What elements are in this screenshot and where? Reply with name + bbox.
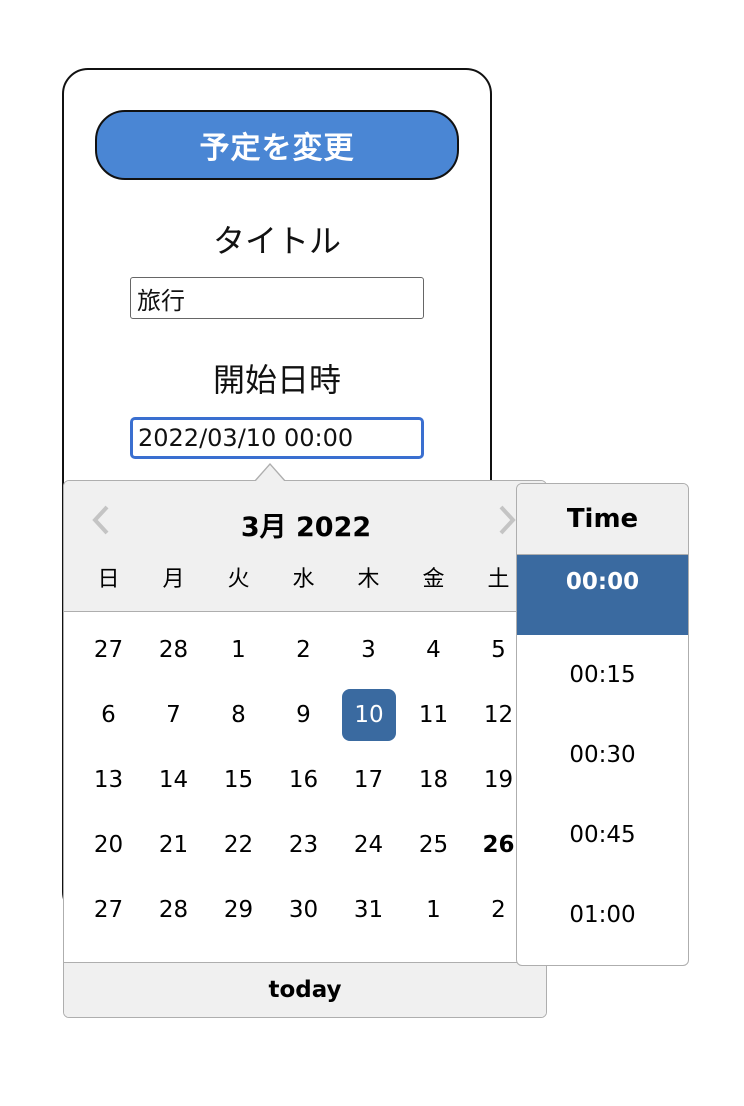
weekday-label: 木 xyxy=(357,567,380,592)
day-cell[interactable]: 28 xyxy=(141,884,206,936)
weekday-label: 金 xyxy=(422,567,445,592)
day-cell[interactable]: 24 xyxy=(336,819,401,871)
time-header: Time xyxy=(517,484,688,555)
day-cell[interactable]: 15 xyxy=(206,754,271,806)
time-option[interactable]: 01:00 xyxy=(517,875,688,955)
day-cell[interactable]: 27 xyxy=(76,884,141,936)
day-cell[interactable]: 23 xyxy=(271,819,336,871)
time-option-selected[interactable]: 00:00 xyxy=(517,555,688,635)
day-cell[interactable]: 2 xyxy=(271,624,336,676)
day-cell[interactable]: 1 xyxy=(206,624,271,676)
day-cell[interactable]: 30 xyxy=(271,884,336,936)
datepicker-popup: 3月 2022 日 月 火 水 木 金 土 27 28 1 2 3 4 5 6 … xyxy=(63,480,547,1018)
day-grid: 27 28 1 2 3 4 5 6 7 8 9 10 11 12 13 14 1… xyxy=(76,624,531,949)
day-cell[interactable]: 4 xyxy=(401,624,466,676)
day-cell[interactable]: 14 xyxy=(141,754,206,806)
time-option[interactable]: 00:45 xyxy=(517,795,688,875)
weekday-label: 日 xyxy=(97,567,120,592)
week-row: 6 7 8 9 10 11 12 xyxy=(76,689,531,754)
day-cell[interactable]: 20 xyxy=(76,819,141,871)
time-option[interactable]: 00:30 xyxy=(517,715,688,795)
weekday-label: 月 xyxy=(162,567,185,592)
week-row: 27 28 1 2 3 4 5 xyxy=(76,624,531,689)
day-cell[interactable]: 3 xyxy=(336,624,401,676)
month-title: 3月 2022 xyxy=(240,512,372,543)
weekday-label: 水 xyxy=(292,567,315,592)
change-schedule-button[interactable]: 予定を変更 xyxy=(95,110,459,180)
time-option[interactable]: 00:15 xyxy=(517,635,688,715)
popup-caret-fill xyxy=(255,465,285,482)
title-label: タイトル xyxy=(212,222,341,260)
start-datetime-label: 開始日時 xyxy=(212,361,341,399)
day-cell[interactable]: 13 xyxy=(76,754,141,806)
datepicker-header: 3月 2022 日 月 火 水 木 金 土 xyxy=(64,481,546,612)
week-row: 27 28 29 30 31 1 2 xyxy=(76,884,531,949)
day-cell-selected[interactable]: 10 xyxy=(342,689,396,741)
day-cell[interactable]: 8 xyxy=(206,689,271,741)
day-cell[interactable]: 25 xyxy=(401,819,466,871)
title-input[interactable]: 旅行 xyxy=(130,277,424,319)
weekday-row: 日 月 火 水 木 金 土 xyxy=(76,561,531,595)
day-cell[interactable]: 27 xyxy=(76,624,141,676)
day-cell[interactable]: 31 xyxy=(336,884,401,936)
day-cell[interactable]: 29 xyxy=(206,884,271,936)
timepicker-popup: Time 00:00 00:15 00:30 00:45 01:00 xyxy=(516,483,689,966)
day-cell[interactable]: 9 xyxy=(271,689,336,741)
day-cell[interactable]: 18 xyxy=(401,754,466,806)
day-cell[interactable]: 16 xyxy=(271,754,336,806)
day-cell[interactable]: 11 xyxy=(401,689,466,741)
time-list[interactable]: 00:00 00:15 00:30 00:45 01:00 xyxy=(517,555,688,955)
day-cell[interactable]: 28 xyxy=(141,624,206,676)
today-button[interactable]: today xyxy=(64,962,546,1017)
day-cell[interactable]: 22 xyxy=(206,819,271,871)
day-cell[interactable]: 7 xyxy=(141,689,206,741)
day-cell[interactable]: 21 xyxy=(141,819,206,871)
weekday-label: 火 xyxy=(227,567,250,592)
day-cell[interactable]: 1 xyxy=(401,884,466,936)
start-datetime-input[interactable]: 2022/03/10 00:00 xyxy=(130,417,424,459)
day-cell[interactable]: 17 xyxy=(336,754,401,806)
day-cell[interactable]: 6 xyxy=(76,689,141,741)
week-row: 13 14 15 16 17 18 19 xyxy=(76,754,531,819)
week-row: 20 21 22 23 24 25 26 xyxy=(76,819,531,884)
